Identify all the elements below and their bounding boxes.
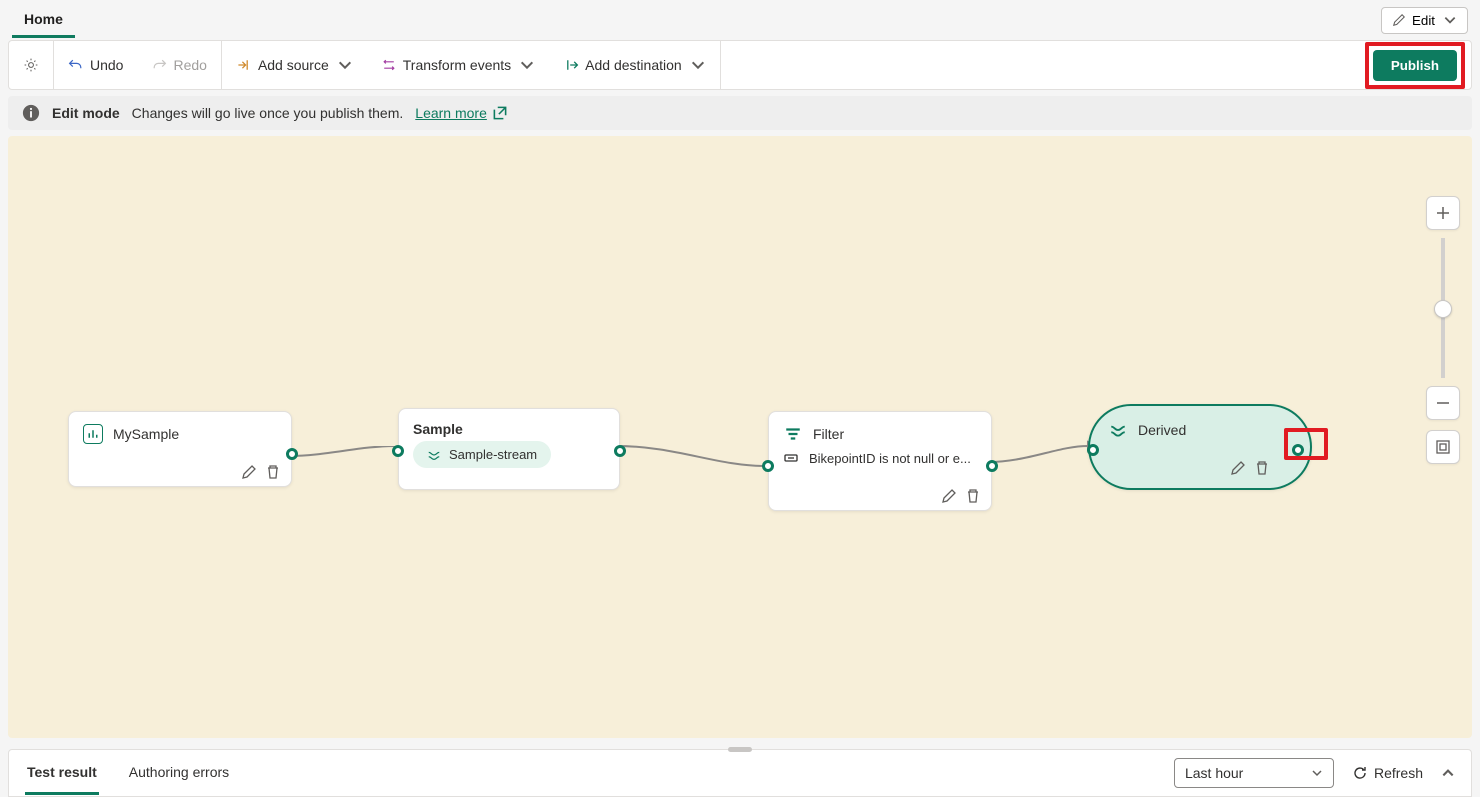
learn-more-label: Learn more (415, 105, 487, 121)
info-icon (22, 104, 40, 122)
filter-rule-text: BikepointID is not null or e... (809, 451, 971, 466)
plus-icon (1435, 205, 1451, 221)
gear-icon (23, 57, 39, 73)
minus-icon (1435, 395, 1451, 411)
tab-test-result[interactable]: Test result (25, 752, 99, 795)
redo-button: Redo (137, 41, 221, 89)
source-in-icon (236, 57, 252, 73)
fit-icon (1435, 439, 1451, 455)
port-out[interactable] (614, 445, 626, 457)
node-sample[interactable]: Sample Sample-stream (398, 408, 620, 490)
publish-button[interactable]: Publish (1373, 50, 1457, 81)
refresh-button[interactable]: Refresh (1352, 765, 1423, 781)
node-mysample[interactable]: MySample (68, 411, 292, 487)
undo-button[interactable]: Undo (54, 41, 137, 89)
bar-chart-icon (83, 424, 103, 444)
node-derived[interactable]: Derived (1088, 404, 1312, 490)
edit-mode-notice: Edit mode Changes will go live once you … (8, 96, 1472, 130)
zoom-slider-thumb[interactable] (1434, 300, 1452, 318)
redo-label: Redo (173, 57, 206, 73)
learn-more-link[interactable]: Learn more (415, 104, 509, 122)
top-bar: Home Edit (0, 0, 1480, 40)
external-link-icon (491, 104, 509, 122)
refresh-label: Refresh (1374, 765, 1423, 781)
node-filter-title: Filter (813, 426, 844, 442)
publish-highlight: Publish (1365, 42, 1465, 89)
pencil-icon[interactable] (1230, 460, 1246, 476)
rule-icon (783, 450, 799, 466)
resize-grip[interactable] (728, 747, 752, 752)
redo-icon (151, 57, 167, 73)
refresh-icon (1352, 765, 1368, 781)
trash-icon[interactable] (1254, 460, 1270, 476)
zoom-in-button[interactable] (1426, 196, 1460, 230)
transform-icon (381, 57, 397, 73)
edit-label: Edit (1412, 13, 1435, 28)
chevron-down-icon (690, 57, 706, 73)
node-mysample-title: MySample (113, 426, 179, 442)
ribbon-left: Undo Redo Add source Transform events Ad… (9, 41, 721, 89)
notice-message: Changes will go live once you publish th… (132, 105, 404, 121)
port-out[interactable] (286, 448, 298, 460)
undo-icon (68, 57, 84, 73)
add-source-label: Add source (258, 57, 329, 73)
port-in[interactable] (1087, 444, 1099, 456)
add-dest-label: Add destination (585, 57, 682, 73)
bottom-tabs: Test result Authoring errors (25, 752, 231, 795)
zoom-out-button[interactable] (1426, 386, 1460, 420)
edge-mysample-sample (288, 446, 408, 466)
port-in[interactable] (762, 460, 774, 472)
time-range-dropdown[interactable]: Last hour (1174, 758, 1334, 788)
stream-label: Sample-stream (449, 447, 537, 462)
trash-icon[interactable] (965, 488, 981, 504)
trash-icon[interactable] (265, 464, 281, 480)
edge-sample-filter (616, 444, 776, 474)
transform-label: Transform events (403, 57, 511, 73)
ribbon-toolbar: Undo Redo Add source Transform events Ad… (8, 40, 1472, 90)
stream-icon (427, 448, 441, 462)
chevron-down-icon (1443, 13, 1457, 27)
fit-to-screen-button[interactable] (1426, 430, 1460, 464)
chevron-up-icon[interactable] (1441, 766, 1455, 780)
bottom-panel: Test result Authoring errors Last hour R… (8, 749, 1472, 797)
pencil-icon (1392, 13, 1406, 27)
port-out[interactable] (986, 460, 998, 472)
zoom-controls (1426, 196, 1460, 464)
add-source-button[interactable]: Add source (222, 41, 367, 89)
tab-authoring-errors[interactable]: Authoring errors (127, 752, 231, 795)
node-sample-title: Sample (413, 421, 463, 437)
stream-icon (1108, 420, 1128, 440)
edge-filter-derived (988, 440, 1098, 470)
settings-button[interactable] (9, 41, 54, 89)
notice-title: Edit mode (52, 105, 120, 121)
node-derived-title: Derived (1138, 422, 1186, 438)
chevron-down-icon (519, 57, 535, 73)
pencil-icon[interactable] (941, 488, 957, 504)
derived-port-highlight (1284, 428, 1328, 460)
zoom-slider-track[interactable] (1441, 238, 1445, 378)
edit-button[interactable]: Edit (1381, 7, 1468, 34)
filter-icon (783, 424, 803, 444)
chevron-down-icon (337, 57, 353, 73)
add-destination-button[interactable]: Add destination (549, 41, 721, 89)
chevron-down-icon (1311, 767, 1323, 779)
bottom-right-controls: Last hour Refresh (1174, 758, 1455, 788)
tab-home[interactable]: Home (12, 3, 75, 38)
flow-canvas[interactable]: MySample Sample Sample-stream Filter Bik (8, 136, 1472, 738)
undo-label: Undo (90, 57, 123, 73)
transform-events-button[interactable]: Transform events (367, 41, 549, 89)
dest-out-icon (563, 57, 579, 73)
node-filter[interactable]: Filter BikepointID is not null or e... (768, 411, 992, 511)
time-range-value: Last hour (1185, 765, 1243, 781)
stream-chip[interactable]: Sample-stream (413, 441, 551, 468)
pencil-icon[interactable] (241, 464, 257, 480)
port-in[interactable] (392, 445, 404, 457)
